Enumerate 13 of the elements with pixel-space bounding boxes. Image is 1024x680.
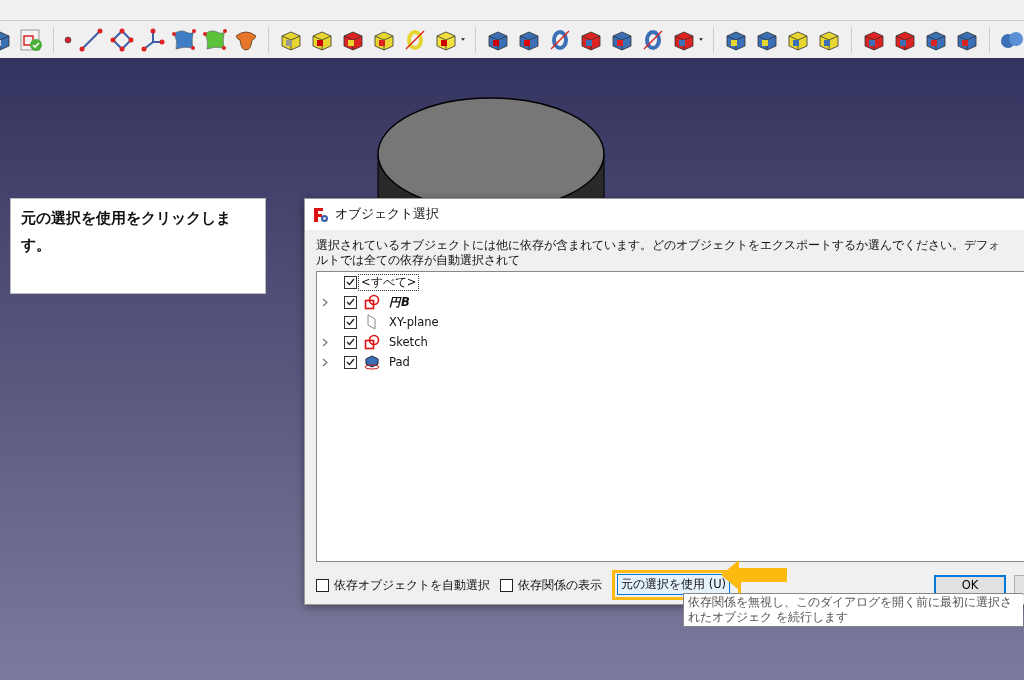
tooltip-text: 依存関係を無視し、このダイアログを開く前に最初に選択されたオブジェク を続行します (688, 595, 1013, 625)
dialog-description: 選択されているオブジェクトには他に依存が含まれています。どのオブジェクトをエクスポートするか選んでください。デフォルトでは全ての依存が自動選択されて (316, 238, 1001, 268)
tree-item[interactable]: Sketch (386, 334, 431, 350)
instruction-note: 元の選択を使用をクリックします。 (10, 198, 266, 294)
use-original-selection-button[interactable]: 元の選択を使用 (U) (617, 574, 731, 595)
dialog-title: オブジェクト選択 (335, 206, 439, 223)
tree-item[interactable]: <すべて> (358, 273, 420, 291)
option-checkbox[interactable]: 依存関係の表示 (500, 577, 602, 593)
tree-item[interactable]: XY-plane (386, 314, 442, 330)
ok-button[interactable]: OK (934, 575, 1006, 595)
option-checkbox[interactable]: 依存オブジェクトを自動選択 (316, 577, 490, 593)
tree-item[interactable]: Pad (386, 354, 413, 370)
tree-item[interactable]: 円B (386, 293, 413, 311)
